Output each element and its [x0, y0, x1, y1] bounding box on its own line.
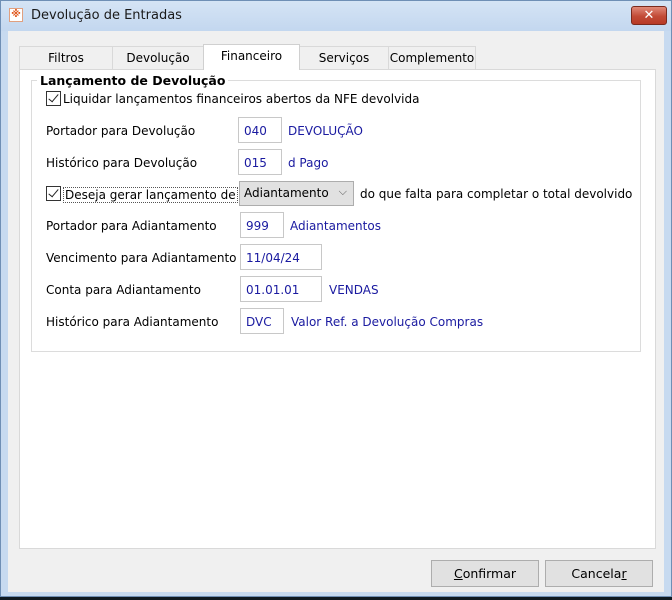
- tipo-lancamento-value: Adiantamento: [244, 186, 329, 200]
- tab-panel-financeiro: Lançamento de Devolução Liquidar lançame…: [19, 69, 656, 549]
- lancamento-devolucao-group: Lançamento de Devolução Liquidar lançame…: [31, 73, 641, 352]
- vencimento-adiantamento-label: Vencimento para Adiantamento: [46, 251, 237, 265]
- historico-adiantamento-label: Histórico para Adiantamento: [46, 315, 219, 329]
- window-title: Devolução de Entradas: [31, 8, 182, 23]
- close-button[interactable]: ✕: [631, 6, 667, 25]
- historico-devolucao-label: Histórico para Devolução: [46, 156, 198, 170]
- liquidar-label[interactable]: Liquidar lançamentos financeiros abertos…: [63, 92, 420, 106]
- liquidar-checkbox[interactable]: [46, 91, 61, 106]
- conta-adiantamento-desc: VENDAS: [329, 283, 379, 297]
- confirmar-label: onfirmar: [462, 566, 517, 581]
- confirmar-accel: C: [453, 566, 463, 581]
- dialog-window: ※ Devolução de Entradas ✕ Filtros Devolu…: [0, 0, 672, 597]
- gerar-lancamento-checkbox[interactable]: [46, 186, 61, 201]
- tab-servicos[interactable]: Serviços: [299, 46, 389, 69]
- vencimento-adiantamento-input[interactable]: 11/04/24: [240, 244, 322, 270]
- group-title: Lançamento de Devolução: [37, 73, 229, 88]
- portador-adiantamento-input[interactable]: 999: [240, 212, 284, 238]
- historico-devolucao-desc: d Pago: [288, 156, 329, 170]
- portador-devolucao-label: Portador para Devolução: [46, 124, 196, 138]
- gerar-lancamento-label[interactable]: Deseja gerar lançamento de: [63, 187, 238, 203]
- cancelar-label: Cancela: [571, 566, 622, 581]
- tab-complemento[interactable]: Complemento: [388, 46, 476, 69]
- title-bar[interactable]: ※ Devolução de Entradas ✕: [1, 1, 671, 31]
- gerar-lancamento-suffix: do que falta para completar o total devo…: [360, 187, 633, 201]
- tipo-lancamento-select[interactable]: Adiantamento ⌵: [239, 181, 354, 206]
- dialog-body: Filtros Devolução Financeiro Serviços Co…: [8, 31, 664, 592]
- tab-filtros[interactable]: Filtros: [19, 46, 113, 69]
- cancelar-accel: r: [621, 566, 627, 581]
- app-logo-icon: ※: [9, 8, 23, 22]
- historico-devolucao-input[interactable]: 015: [238, 149, 282, 175]
- conta-adiantamento-input[interactable]: 01.01.01: [240, 276, 322, 302]
- cancelar-button[interactable]: Cancelar: [545, 560, 653, 587]
- historico-adiantamento-desc: Valor Ref. a Devolução Compras: [291, 315, 484, 329]
- tab-financeiro[interactable]: Financeiro: [203, 44, 300, 70]
- portador-adiantamento-label: Portador para Adiantamento: [46, 219, 217, 233]
- historico-adiantamento-input[interactable]: DVC: [240, 308, 284, 334]
- portador-devolucao-desc: DEVOLUÇÃO: [288, 124, 363, 138]
- tab-devolucao[interactable]: Devolução: [112, 46, 204, 69]
- close-icon: ✕: [643, 8, 655, 23]
- portador-devolucao-input[interactable]: 040: [238, 117, 282, 143]
- chevron-down-icon: ⌵: [338, 185, 347, 198]
- confirmar-button[interactable]: Confirmar: [431, 560, 539, 587]
- portador-adiantamento-desc: Adiantamentos: [290, 219, 381, 233]
- conta-adiantamento-label: Conta para Adiantamento: [46, 283, 201, 297]
